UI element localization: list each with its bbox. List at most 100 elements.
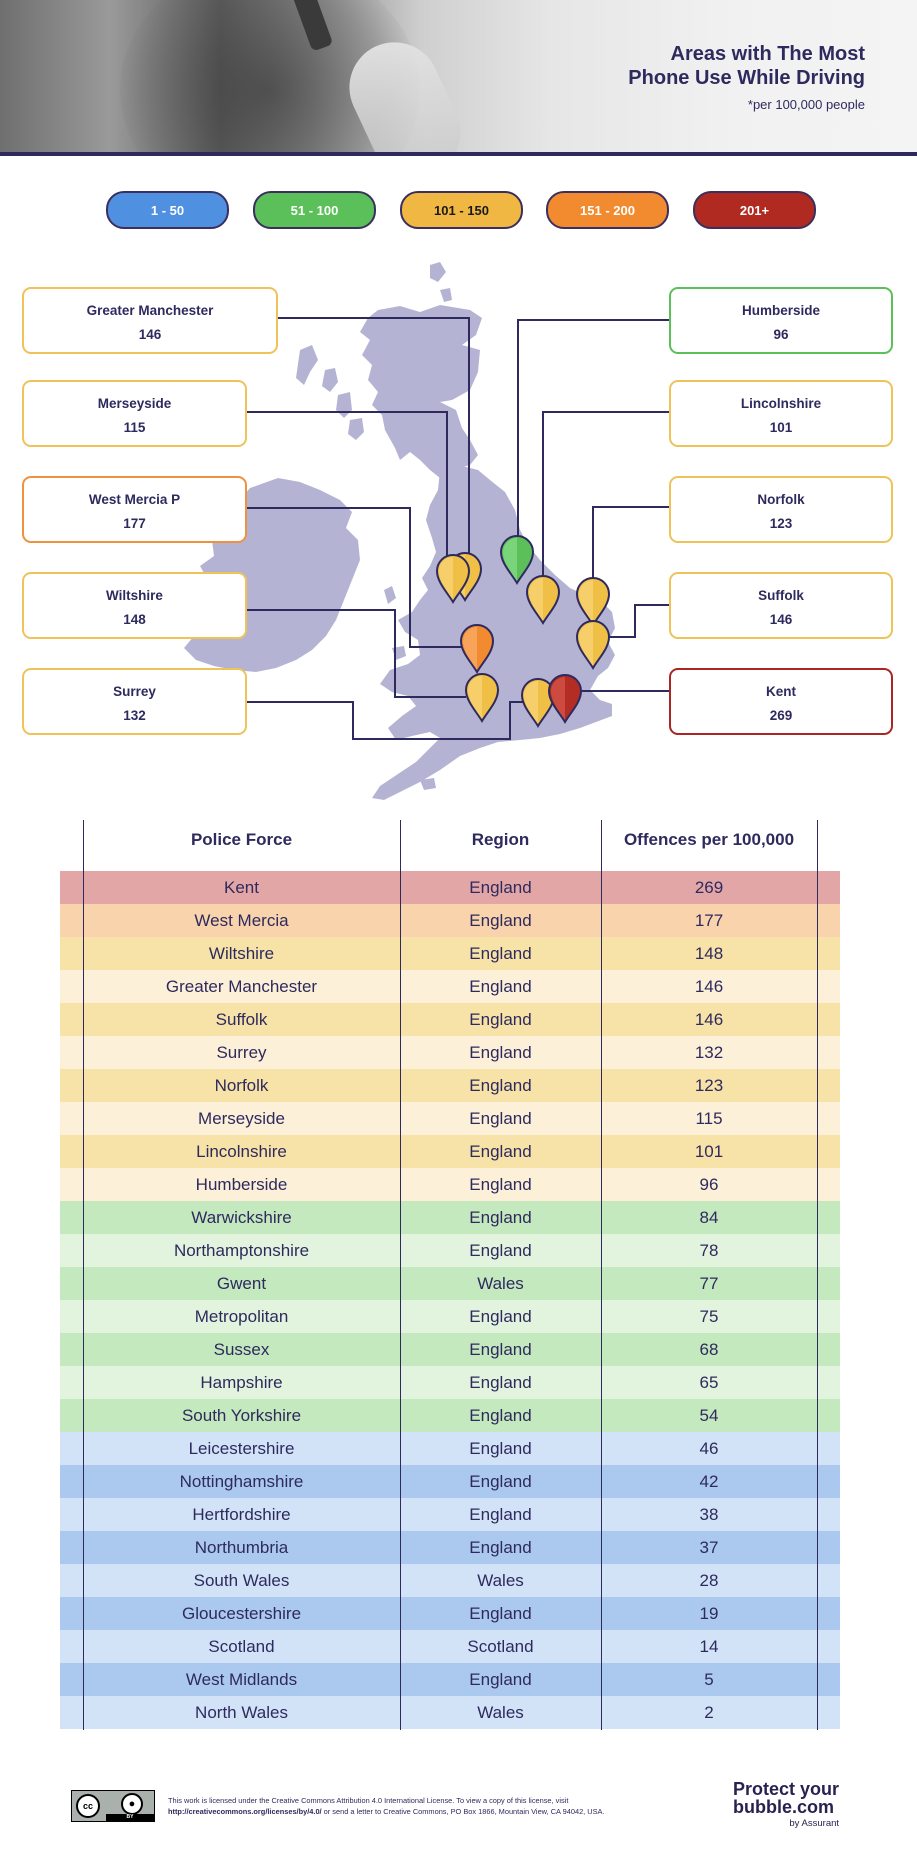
brand-line-2: bubble.com [733, 1797, 835, 1817]
cell-region: England [469, 1406, 532, 1425]
license-text: This work is licensed under the Creative… [168, 1795, 728, 1817]
license-link[interactable]: http://creativecommons.org/licenses/by/4… [168, 1807, 322, 1816]
label-value: 269 [769, 708, 793, 723]
cell-police-force: South Yorkshire [181, 1406, 302, 1425]
table-divider-2 [601, 820, 602, 1730]
cell-police-force: Norfolk [214, 1076, 269, 1095]
table-border-left [83, 820, 84, 1730]
label-value: 148 [123, 612, 146, 627]
license-line-2-rest: or send a letter to Creative Commons, PO… [321, 1807, 605, 1816]
cell-offences: 77 [699, 1274, 719, 1293]
cell-region: Scotland [467, 1637, 534, 1656]
cell-region: England [469, 1472, 532, 1491]
cell-offences: 46 [699, 1439, 719, 1458]
table-border-right [817, 820, 818, 1730]
cell-police-force: Northamptonshire [173, 1241, 310, 1260]
cell-region: England [469, 1439, 532, 1458]
cell-police-force: Metropolitan [194, 1307, 289, 1326]
cell-region: Wales [477, 1274, 524, 1293]
map-label-surrey: Surrey 132 [22, 668, 247, 735]
cell-region: England [469, 1043, 532, 1062]
table-row: Nottinghamshire England 42 [60, 1465, 840, 1498]
map-label-greater-manchester: Greater Manchester 146 [22, 287, 278, 354]
label-value: 96 [773, 327, 789, 342]
label-name: Lincolnshire [740, 396, 822, 411]
cell-region: England [469, 944, 532, 963]
cell-police-force: Sussex [213, 1340, 270, 1359]
cell-offences: 148 [694, 944, 724, 963]
cell-police-force: Greater Manchester [165, 977, 318, 996]
table-row: Hertfordshire England 38 [60, 1498, 840, 1531]
cell-offences: 84 [699, 1208, 719, 1227]
table-row: Leicestershire England 46 [60, 1432, 840, 1465]
cell-region: England [469, 1175, 532, 1194]
table-row: Greater Manchester England 146 [60, 970, 840, 1003]
label-value: 101 [769, 420, 793, 435]
cell-police-force: Suffolk [215, 1010, 268, 1029]
table-row: South Wales Wales 28 [60, 1564, 840, 1597]
table-row: Lincolnshire England 101 [60, 1135, 840, 1168]
table-row: South Yorkshire England 54 [60, 1399, 840, 1432]
cell-offences: 146 [694, 977, 724, 996]
cell-police-force: Humberside [195, 1175, 288, 1194]
cell-offences: 54 [699, 1406, 719, 1425]
cell-police-force: Gwent [216, 1274, 267, 1293]
creative-commons-badge: cc ● BY [71, 1790, 155, 1822]
legend-item-201-plus: 201+ [693, 191, 816, 229]
cell-region: England [469, 1109, 532, 1128]
cell-police-force: Scotland [208, 1637, 275, 1656]
cell-offences: 68 [699, 1340, 719, 1359]
cell-region: England [469, 1076, 532, 1095]
cell-region: Wales [477, 1703, 524, 1722]
cell-police-force: West Midlands [185, 1670, 298, 1689]
map-label-norfolk: Norfolk 123 [669, 476, 893, 543]
cell-offences: 65 [699, 1373, 719, 1392]
cell-police-force: Gloucestershire [181, 1604, 302, 1623]
table-row: Kent England 269 [60, 871, 840, 904]
cell-offences: 146 [694, 1010, 724, 1029]
cell-offences: 28 [699, 1571, 719, 1590]
legend-item-51-100: 51 - 100 [253, 191, 376, 229]
cell-police-force: Surrey [216, 1043, 267, 1062]
cell-offences: 177 [694, 911, 724, 930]
western-isles-shape [296, 345, 318, 385]
cell-police-force: North Wales [195, 1703, 288, 1722]
cell-offences: 37 [699, 1538, 719, 1557]
table-divider-1 [400, 820, 401, 1730]
brand-logo: Protect your bubble.com by Assurant [733, 1780, 839, 1830]
cell-police-force: Hertfordshire [192, 1505, 291, 1524]
cell-region: England [469, 1670, 532, 1689]
cell-offences: 19 [699, 1604, 719, 1623]
legend-label: 201+ [739, 202, 770, 218]
cell-region: England [469, 1010, 532, 1029]
cell-region: England [469, 1208, 532, 1227]
northern-isles-shape [430, 262, 446, 282]
legend-item-151-200: 151 - 200 [546, 191, 669, 229]
cell-police-force: West Mercia [194, 911, 289, 930]
label-value: 123 [769, 516, 793, 531]
map-label-merseyside: Merseyside 115 [22, 380, 247, 447]
cell-police-force: Warwickshire [191, 1208, 292, 1227]
table-row: Humberside England 96 [60, 1168, 840, 1201]
cell-offences: 38 [699, 1505, 719, 1524]
map-label-kent: Kent 269 [669, 668, 893, 735]
cell-region: England [469, 1307, 532, 1326]
label-name: Norfolk [757, 492, 805, 507]
map-label-humberside: Humberside 96 [669, 287, 893, 354]
cell-offences: 96 [699, 1175, 719, 1194]
map-label-wiltshire: Wiltshire 148 [22, 572, 247, 639]
cell-police-force: Merseyside [198, 1109, 285, 1128]
cell-offences: 5 [704, 1670, 714, 1689]
label-name: Surrey [113, 684, 156, 699]
table-row: Northumbria England 37 [60, 1531, 840, 1564]
table-row: Surrey England 132 [60, 1036, 840, 1069]
map-label-suffolk: Suffolk 146 [669, 572, 893, 639]
license-line-2: http://creativecommons.org/licenses/by/4… [168, 1806, 728, 1817]
cell-police-force: Hampshire [200, 1373, 283, 1392]
table-row: Sussex England 68 [60, 1333, 840, 1366]
label-name: Greater Manchester [86, 303, 214, 318]
table-row: Metropolitan England 75 [60, 1300, 840, 1333]
brand-line-1: Protect your [733, 1779, 840, 1799]
cell-region: England [469, 1505, 532, 1524]
subtitle: *per 100,000 people [747, 97, 865, 112]
